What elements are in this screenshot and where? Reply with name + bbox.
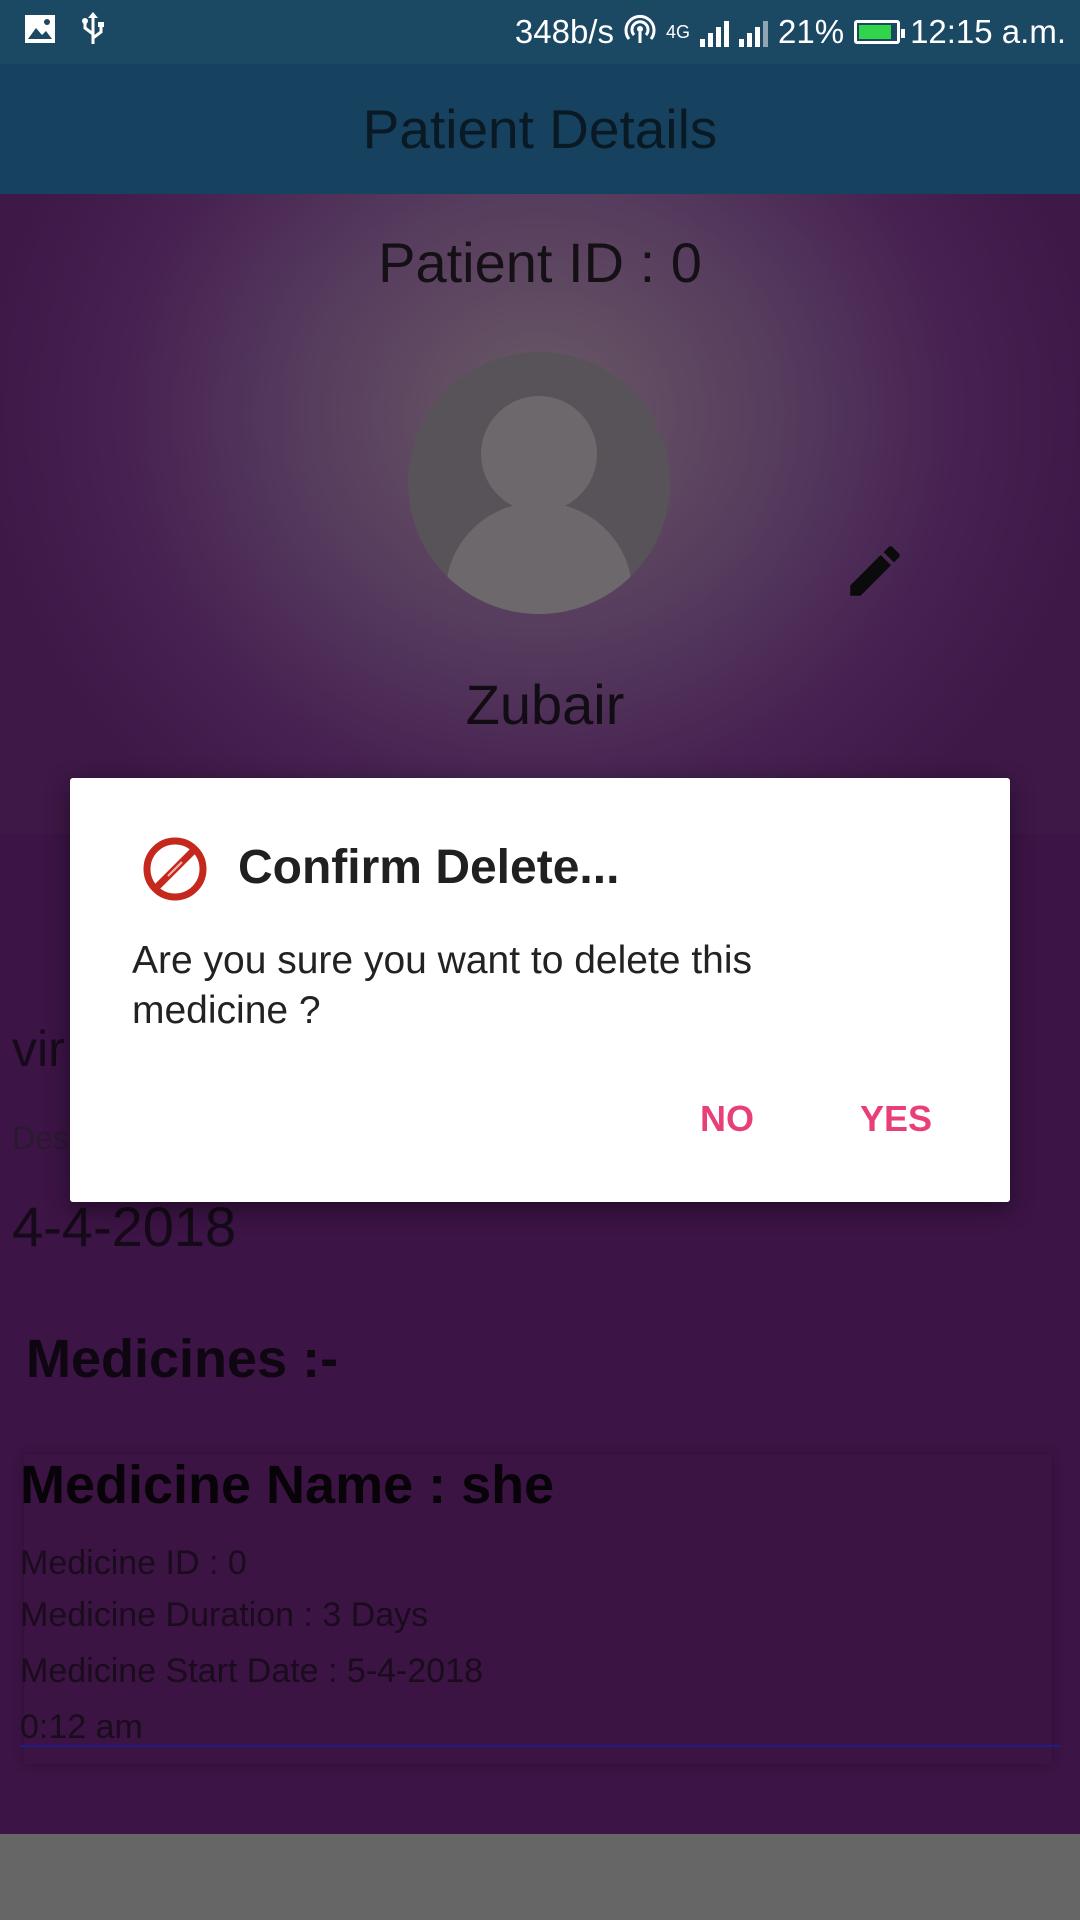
medicine-time: 0:12 am [20, 1708, 143, 1746]
image-icon [24, 14, 56, 48]
battery-percent: 21% [778, 13, 845, 50]
no-button[interactable]: NO [700, 1098, 754, 1140]
patient-info-partial: vir [12, 1021, 65, 1077]
patient-id-label: Patient ID : 0 [378, 231, 702, 294]
notification-icons [24, 12, 106, 50]
dialog-message: Are you sure you want to delete this med… [132, 939, 753, 1032]
hotspot-icon [624, 12, 656, 52]
edit-button[interactable] [842, 538, 908, 604]
avatar[interactable] [408, 352, 670, 614]
signal-icon [739, 17, 768, 47]
page-title: Patient Details [362, 98, 718, 160]
medicine-id: Medicine ID : 0 [20, 1544, 247, 1582]
yes-button[interactable]: YES [860, 1098, 932, 1140]
network-type: 4G [665, 21, 690, 42]
description-label-partial: Des [12, 1120, 69, 1156]
dialog-title: Confirm Delete... [238, 841, 620, 894]
confirm-delete-dialog: Confirm Delete... Are you sure you want … [70, 778, 1010, 1202]
clock: 12:15 a.m. [910, 13, 1066, 50]
network-speed: 348b/s [514, 13, 614, 50]
medicine-name: Medicine Name : she [20, 1455, 555, 1515]
status-indicators: 348b/s 4G 21% 12:15 a.m. [515, 0, 1066, 64]
status-bar: 348b/s 4G 21% 12:15 a.m. [0, 0, 1080, 64]
avatar-head [481, 396, 597, 512]
avatar-body [446, 502, 632, 614]
signal-icon [700, 17, 729, 47]
app-bar: Patient Details [0, 64, 1080, 194]
medicine-duration: Medicine Duration : 3 Days [20, 1596, 429, 1634]
medicine-start-date: Medicine Start Date : 5-4-2018 [20, 1652, 484, 1690]
battery-icon [854, 20, 906, 44]
patient-name: Zubair [465, 673, 625, 736]
navigation-bar [0, 1834, 1080, 1920]
medicines-heading: Medicines :- [26, 1329, 339, 1389]
pencil-icon [842, 546, 908, 608]
battery-fill [859, 25, 892, 39]
no-entry-icon [142, 836, 208, 902]
patient-date: 4-4-2018 [12, 1195, 237, 1258]
list-divider [20, 1745, 1060, 1747]
usb-icon [80, 12, 106, 50]
